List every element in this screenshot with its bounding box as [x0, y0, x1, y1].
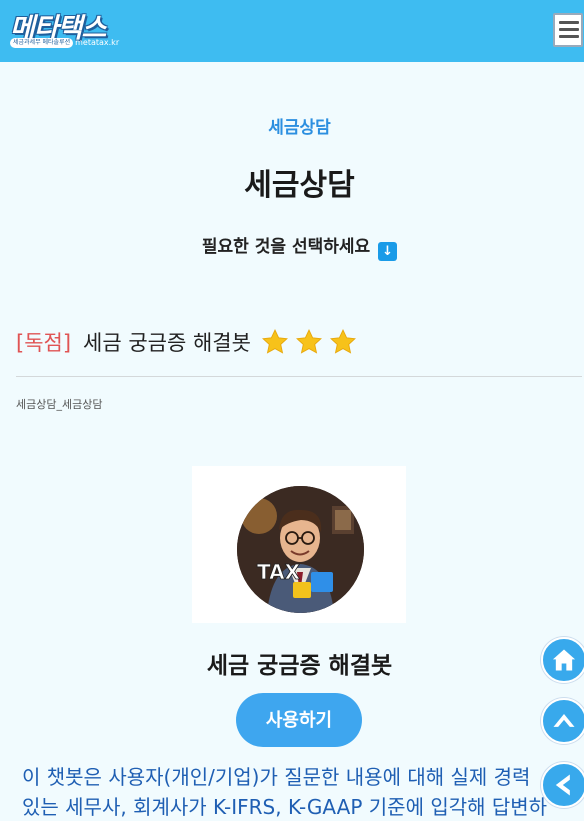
tax-advisor-illustration: TAX	[237, 486, 364, 613]
use-button[interactable]: 사용하기	[236, 693, 362, 747]
site-logo[interactable]: 메타택스 세금과세무 메타솔루션 metatax.kr	[10, 8, 119, 50]
description-line-1: 이 챗봇은 사용자(개인/기업)가 질문한 내용에 대해 실제 경력	[22, 765, 531, 789]
post-title-text: 세금 궁금증 해결봇	[83, 331, 251, 355]
chevron-left-glyph	[555, 774, 570, 796]
logo-subline: 세금과세무 메타솔루션 metatax.kr	[10, 38, 119, 48]
site-header: 메타택스 세금과세무 메타솔루션 metatax.kr	[0, 0, 584, 62]
bot-avatar: TAX	[237, 486, 364, 613]
hamburger-menu-icon[interactable]	[553, 13, 583, 47]
chevron-up-icon[interactable]	[541, 698, 584, 744]
bot-description: 이 챗봇은 사용자(개인/기업)가 질문한 내용에 대해 실제 경력 있는 세무…	[22, 762, 584, 821]
logo-tagline: 세금과세무 메타솔루션	[10, 38, 74, 48]
post-title[interactable]: [독점] 세금 궁금증 해결봇	[16, 326, 363, 358]
home-icon[interactable]	[541, 637, 584, 683]
logo-domain: metatax.kr	[75, 38, 120, 47]
arrow-down-icon: ↓	[378, 242, 398, 261]
home-glyph	[552, 649, 576, 671]
star-icon	[329, 329, 356, 354]
description-line-2: 있는 세무사, 회계사가 K-IFRS, K-GAAP 기준에 입각해 답변하	[22, 795, 548, 819]
bot-name: 세금 궁금증 해결봇	[206, 653, 393, 679]
post-category[interactable]: 세금상담_세금상담	[16, 396, 102, 412]
star-icon	[261, 329, 288, 354]
bot-image-card: TAX	[192, 466, 406, 623]
instruction-label: 필요한 것을 선택하세요	[201, 237, 371, 257]
post-tag: [독점]	[16, 331, 72, 355]
chevron-up-glyph	[553, 714, 575, 727]
avatar-badge-text: TAX	[257, 560, 301, 584]
instruction-text: 필요한 것을 선택하세요 ↓	[0, 232, 584, 261]
star-icon	[295, 329, 322, 354]
section-eyebrow: 세금상담	[268, 118, 331, 138]
chevron-left-icon[interactable]	[541, 762, 584, 808]
divider	[16, 376, 582, 377]
page-title: 세금상담	[244, 168, 355, 203]
